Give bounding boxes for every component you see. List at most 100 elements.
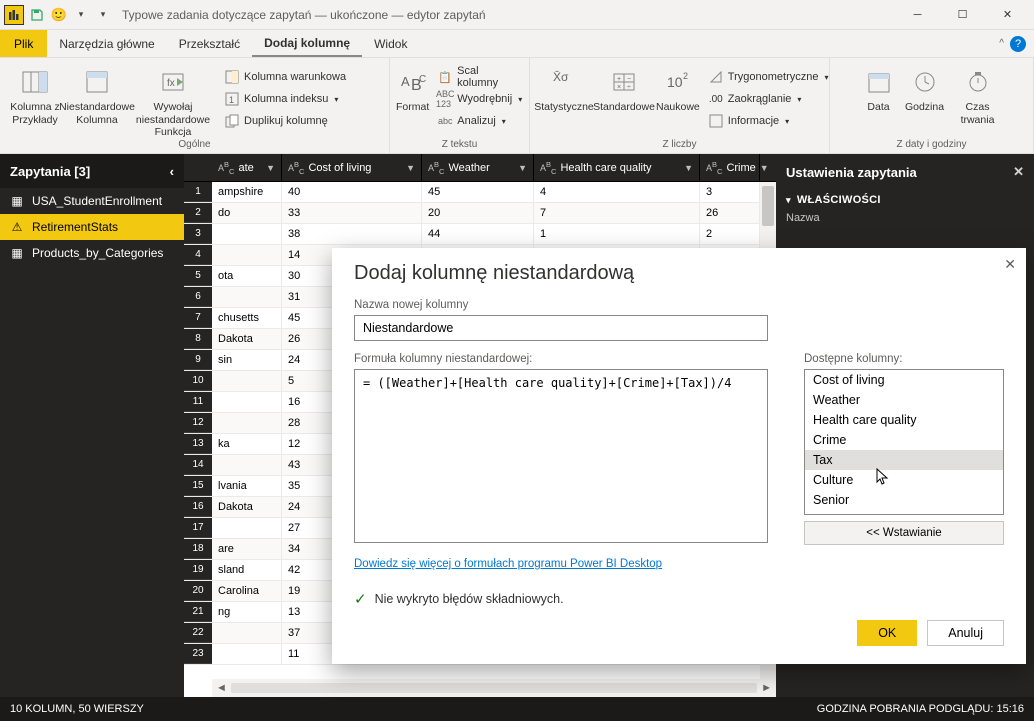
available-column-Tax[interactable]: Tax [805, 450, 1003, 470]
available-column-Weather[interactable]: Weather [805, 390, 1003, 410]
parse-button[interactable]: abcAnalizuj▾ [433, 110, 526, 132]
column-header-Health-care-quality[interactable]: ABCHealth care quality▼ [534, 154, 700, 181]
available-column-Cost-of-living[interactable]: Cost of living [805, 370, 1003, 390]
properties-section[interactable]: ▾WŁAŚCIWOŚCI [786, 194, 1024, 206]
cell[interactable] [212, 287, 282, 307]
table-row[interactable]: 3384412 [184, 224, 776, 245]
chevron-down-icon[interactable]: ▼ [406, 163, 415, 173]
cell[interactable]: Dakota [212, 329, 282, 349]
available-column-Health-care-quality[interactable]: Health care quality [805, 410, 1003, 430]
column-header-ate[interactable]: ABCate▼ [212, 154, 282, 181]
cell[interactable]: Dakota [212, 497, 282, 517]
tab-add-column[interactable]: Dodaj kolumnę [252, 30, 362, 57]
chevron-down-icon[interactable]: ▼ [760, 163, 769, 173]
collapse-ribbon-icon[interactable]: ^ [999, 38, 1004, 49]
maximize-button[interactable]: ☐ [940, 1, 985, 29]
ok-button[interactable]: OK [857, 620, 917, 646]
column-header-Cost-of-living[interactable]: ABCCost of living▼ [282, 154, 422, 181]
cell[interactable]: 38 [282, 224, 422, 244]
merge-columns-button[interactable]: 📋Scal kolumny [433, 66, 526, 88]
cell[interactable]: 44 [422, 224, 534, 244]
new-column-name-input[interactable] [354, 315, 768, 341]
scroll-right-icon[interactable]: ► [761, 682, 772, 694]
time-button[interactable]: Godzina [903, 62, 947, 114]
help-icon[interactable]: ? [1010, 36, 1026, 52]
statistics-button[interactable]: X̄σStatystyczne [536, 62, 592, 114]
duplicate-column-button[interactable]: Duplikuj kolumnę [220, 110, 350, 132]
formula-textarea[interactable] [354, 369, 768, 543]
cell[interactable]: chusetts [212, 308, 282, 328]
column-header-Crime[interactable]: ABCCrime▼ [700, 154, 760, 181]
cell[interactable]: sland [212, 560, 282, 580]
cell[interactable] [212, 623, 282, 643]
format-button[interactable]: ABC Format [396, 62, 429, 114]
column-header-Weather[interactable]: ABCWeather▼ [422, 154, 534, 181]
cell[interactable]: ampshire [212, 182, 282, 202]
cell[interactable]: ota [212, 266, 282, 286]
close-button[interactable]: ✕ [985, 1, 1030, 29]
cell[interactable] [212, 518, 282, 538]
cell[interactable]: ka [212, 434, 282, 454]
cell[interactable]: 40 [282, 182, 422, 202]
emoji-icon[interactable]: 🙂 [50, 6, 68, 24]
available-columns-list[interactable]: Cost of livingWeatherHealth care quality… [804, 369, 1004, 515]
tab-home[interactable]: Narzędzia główne [47, 30, 166, 57]
tab-transform[interactable]: Przekształć [167, 30, 252, 57]
column-from-examples-button[interactable]: Kolumna z Przykłady [6, 62, 64, 126]
cell[interactable]: 1 [534, 224, 700, 244]
cell[interactable]: 26 [700, 203, 760, 223]
cell[interactable] [212, 245, 282, 265]
duration-button[interactable]: Czas trwania [951, 62, 1005, 126]
learn-more-link[interactable]: Dowiedz się więcej o formułach programu … [354, 558, 662, 570]
information-button[interactable]: Informacje▾ [704, 110, 833, 132]
cell[interactable]: sin [212, 350, 282, 370]
cell[interactable]: 4 [534, 182, 700, 202]
cell[interactable] [212, 413, 282, 433]
conditional-column-button[interactable]: Kolumna warunkowa [220, 66, 350, 88]
qat-customize-icon[interactable]: ▾ [94, 6, 112, 24]
available-column-Crime[interactable]: Crime [805, 430, 1003, 450]
cell[interactable]: do [212, 203, 282, 223]
cell[interactable] [212, 455, 282, 475]
dialog-close-button[interactable]: ✕ [1004, 256, 1016, 273]
invoke-custom-function-button[interactable]: fx Wywołaj niestandardowe Funkcja [130, 62, 216, 139]
cell[interactable] [212, 644, 282, 664]
file-tab[interactable]: Plik [0, 30, 47, 57]
chevron-down-icon[interactable]: ▼ [266, 163, 275, 173]
query-RetirementStats[interactable]: ⚠RetirementStats [0, 214, 184, 240]
table-row[interactable]: 1ampshire404543 [184, 182, 776, 203]
collapse-sidebar-icon[interactable]: ‹ [170, 164, 174, 179]
cell[interactable]: 45 [422, 182, 534, 202]
grid-horizontal-scrollbar[interactable]: ◄ ► [212, 679, 776, 697]
standard-button[interactable]: +−×÷Standardowe [596, 62, 652, 114]
query-Products_by_Categories[interactable]: ▦Products_by_Categories [0, 240, 184, 266]
save-icon[interactable] [28, 6, 46, 24]
custom-column-button[interactable]: Niestandardowe Kolumna [68, 62, 126, 126]
chevron-down-icon[interactable]: ▼ [684, 163, 693, 173]
minimize-button[interactable]: ─ [895, 1, 940, 29]
cell[interactable]: 7 [534, 203, 700, 223]
cancel-button[interactable]: Anuluj [927, 620, 1004, 646]
cell[interactable]: 2 [700, 224, 760, 244]
cell[interactable]: 33 [282, 203, 422, 223]
close-settings-icon[interactable]: ✕ [1013, 164, 1024, 180]
cell[interactable]: 20 [422, 203, 534, 223]
tab-view[interactable]: Widok [362, 30, 419, 57]
cell[interactable]: 3 [700, 182, 760, 202]
cell[interactable] [212, 371, 282, 391]
undo-dropdown-icon[interactable]: ▾ [72, 6, 90, 24]
cell[interactable]: ng [212, 602, 282, 622]
available-column-Senior[interactable]: Senior [805, 490, 1003, 510]
cell[interactable]: Carolina [212, 581, 282, 601]
available-column-Culture[interactable]: Culture [805, 470, 1003, 490]
rounding-button[interactable]: .00Zaokrąglanie▾ [704, 88, 833, 110]
cell[interactable]: are [212, 539, 282, 559]
query-USA_StudentEnrollment[interactable]: ▦USA_StudentEnrollment [0, 188, 184, 214]
scientific-button[interactable]: 102Naukowe [656, 62, 700, 114]
index-column-button[interactable]: 1Kolumna indeksu▾ [220, 88, 350, 110]
extract-button[interactable]: ABC123Wyodrębnij▾ [433, 88, 526, 110]
cell[interactable] [212, 392, 282, 412]
scroll-left-icon[interactable]: ◄ [216, 682, 227, 694]
trigonometry-button[interactable]: Trygonometryczne▾ [704, 66, 833, 88]
date-button[interactable]: Data [859, 62, 899, 114]
